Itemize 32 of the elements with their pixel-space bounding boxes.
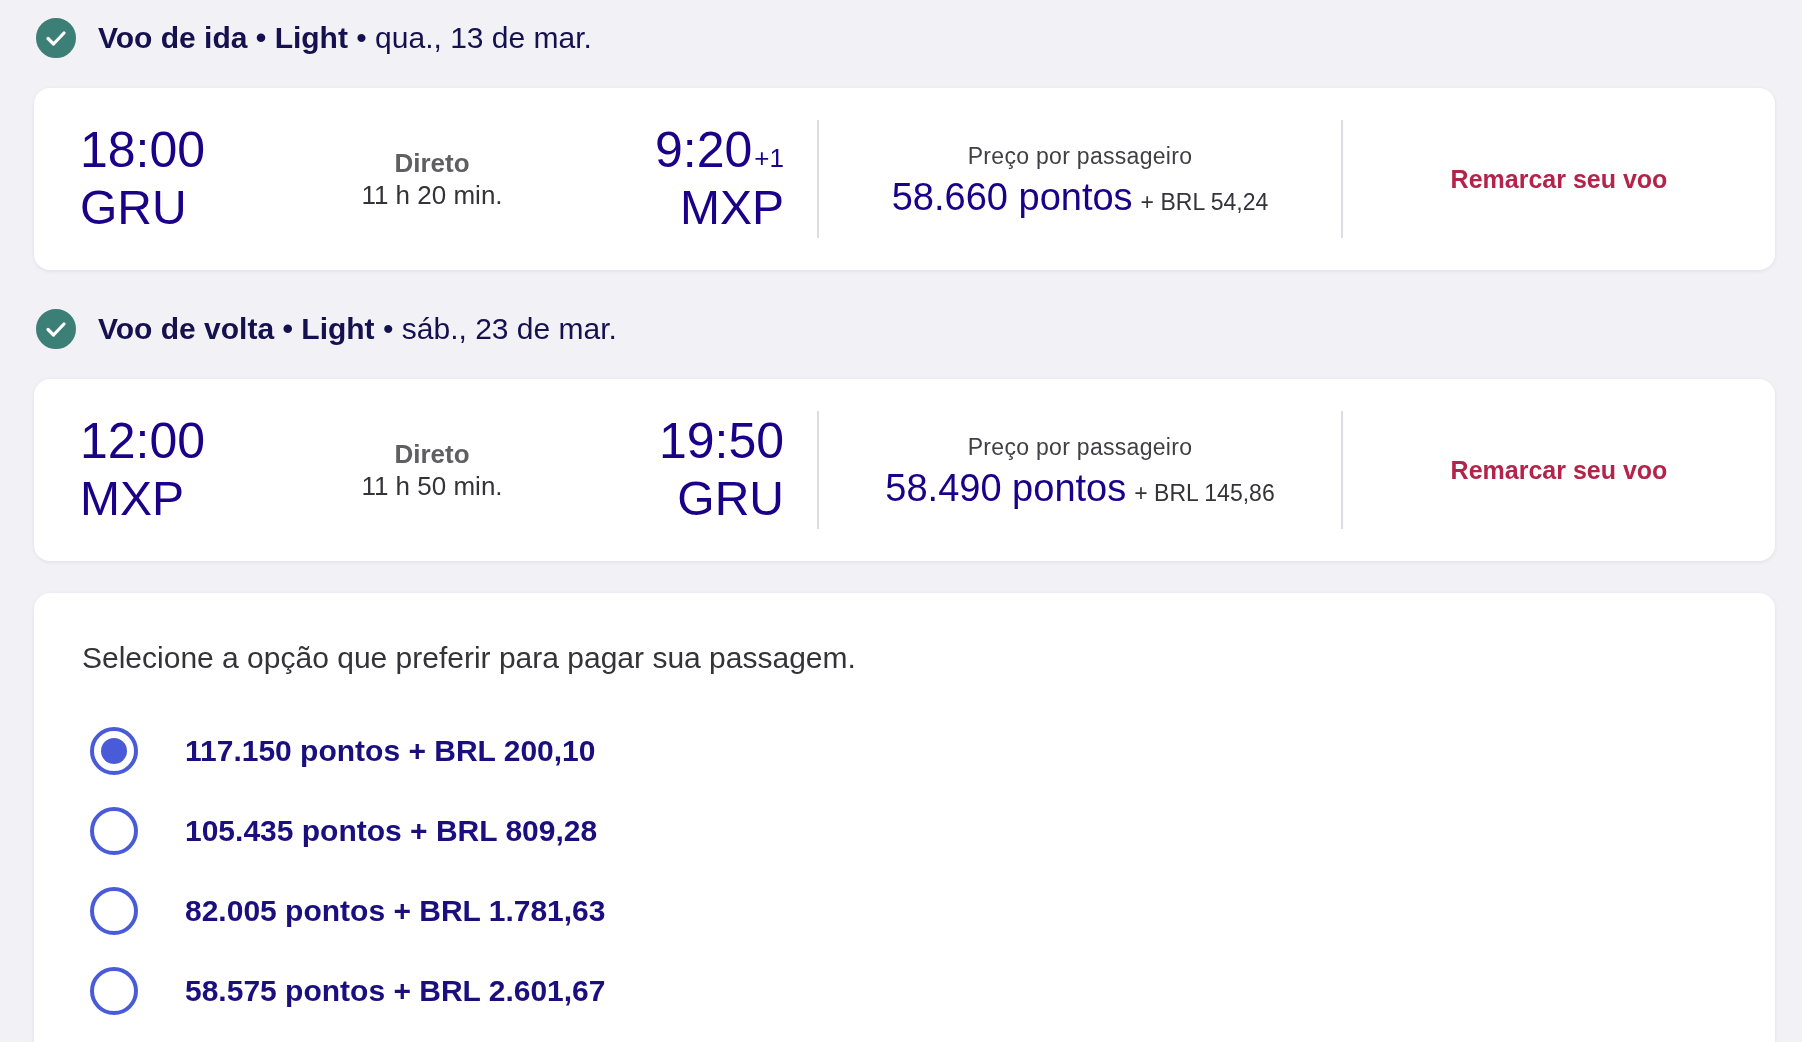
option-label[interactable]: 105.435 pontos + BRL 809,28 (185, 814, 598, 848)
arrival-time: 19:50 (658, 412, 784, 470)
option-label[interactable]: 82.005 pontos + BRL 1.781,63 (185, 894, 606, 928)
price-label: Preço por passageiro (967, 433, 1193, 462)
price-points: 58.490 pontos (885, 466, 1127, 511)
arrival-time: 9:20 (655, 121, 753, 179)
stops-label: Direto (394, 438, 470, 470)
radio-button[interactable] (90, 727, 138, 775)
flight-heading: Voo de ida • Light • qua., 13 de mar. (98, 20, 592, 56)
arrival-airport: GRU (677, 471, 784, 527)
rebook-link[interactable]: Remarcar seu voo (1450, 164, 1668, 194)
radio-button[interactable] (90, 887, 138, 935)
duration-label: 11 h 50 min. (361, 470, 503, 502)
departure-time: 12:00 (80, 412, 206, 470)
flight-heading: Voo de volta • Light • sáb., 23 de mar. (98, 311, 617, 347)
day-offset-label: +1 (754, 143, 784, 174)
radio-button[interactable] (90, 807, 138, 855)
arrival-airport: MXP (680, 180, 784, 236)
rebook-link[interactable]: Remarcar seu voo (1450, 455, 1668, 485)
radio-button[interactable] (90, 967, 138, 1015)
payment-prompt: Selecione a opção que preferir para pagar sua passagem. (82, 640, 857, 676)
option-label[interactable]: 117.150 pontos + BRL 200,10 (185, 734, 596, 768)
stops-label: Direto (394, 147, 470, 179)
price-points: 58.660 pontos (891, 175, 1133, 220)
departure-airport: MXP (80, 471, 184, 527)
duration-label: 11 h 20 min. (361, 179, 503, 211)
departure-airport: GRU (80, 180, 187, 236)
price-label: Preço por passageiro (967, 142, 1193, 171)
price-fee: + BRL 54,24 (1140, 189, 1269, 216)
price-fee: + BRL 145,86 (1134, 480, 1275, 507)
departure-time: 18:00 (80, 121, 206, 179)
option-label[interactable]: 58.575 pontos + BRL 2.601,67 (185, 974, 606, 1008)
